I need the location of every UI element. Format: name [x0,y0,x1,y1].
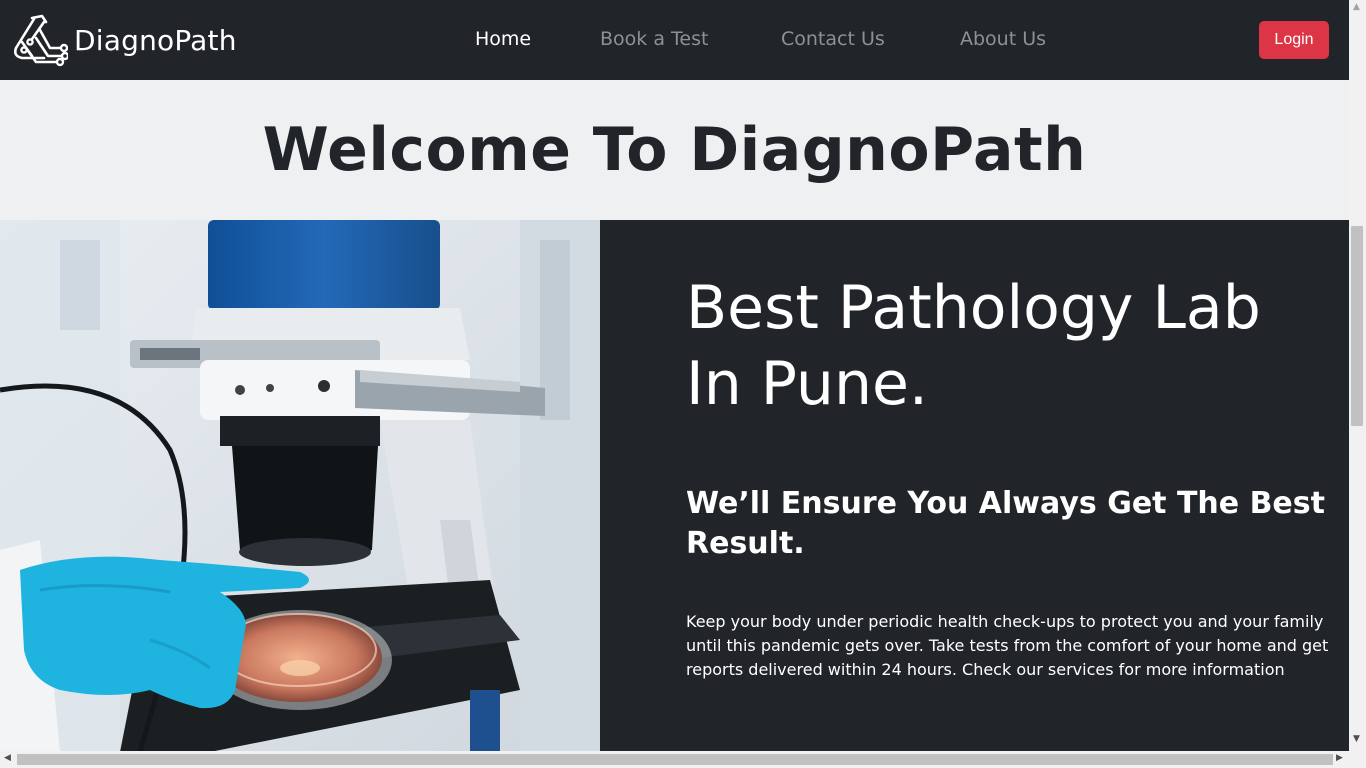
hero-subtitle: We’ll Ensure You Always Get The Best Res… [686,486,1325,561]
welcome-banner: Welcome To DiagnoPath [0,80,1349,220]
lab-flask-logo-icon [13,14,68,67]
hero-title: Best Pathology Lab In Pune. [686,270,1326,422]
nav-link-contact-us[interactable]: Contact Us [781,28,885,50]
scroll-up-arrow-icon[interactable]: ▲ [1353,2,1360,12]
hero-description: Keep your body under periodic health che… [686,612,1329,679]
horizontal-scrollbar[interactable]: ◀ ▶ [0,751,1366,768]
nav-link-about-us[interactable]: About Us [960,28,1046,50]
welcome-heading: Welcome To DiagnoPath [262,115,1087,185]
hero-title-line-1: Best Pathology Lab [686,273,1261,343]
horizontal-scrollbar-thumb[interactable] [17,754,1333,765]
navbar: DiagnoPath Home Book a Test Contact Us A… [0,0,1349,80]
hero-panel: Best Pathology Lab In Pune. We’ll Ensure… [600,220,1349,752]
hero-title-line-2: In Pune. [686,349,928,419]
brand-name: DiagnoPath [74,23,237,57]
hero-image-microscope [0,220,600,752]
vertical-scrollbar[interactable]: ▲ ▼ [1349,0,1366,751]
brand[interactable]: DiagnoPath [10,12,237,68]
nav-link-home[interactable]: Home [475,28,531,50]
scroll-down-arrow-icon[interactable]: ▼ [1353,734,1360,744]
microscope-illustration [0,220,600,752]
login-button[interactable]: Login [1259,21,1329,59]
scroll-right-arrow-icon[interactable]: ▶ [1336,753,1343,763]
nav-link-book-a-test[interactable]: Book a Test [600,28,708,50]
vertical-scrollbar-thumb[interactable] [1351,226,1363,426]
scroll-left-arrow-icon[interactable]: ◀ [4,753,11,763]
